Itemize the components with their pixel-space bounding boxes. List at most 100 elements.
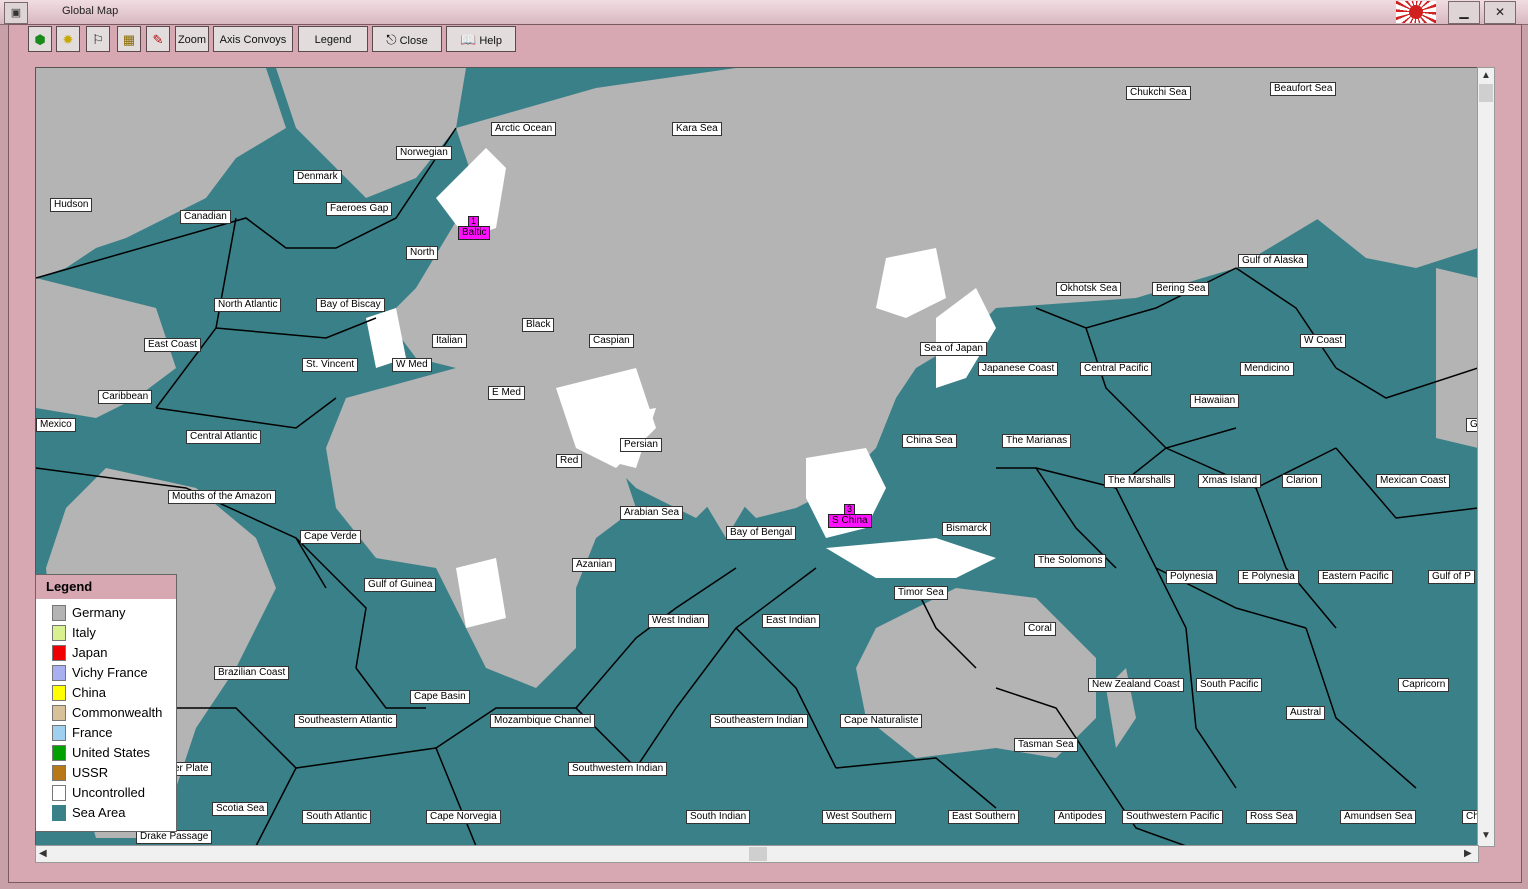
sea-label[interactable]: Ross Sea (1246, 810, 1298, 824)
sea-label[interactable]: Japanese Coast (978, 362, 1059, 376)
grid-icon-button[interactable]: ▦ (117, 26, 141, 52)
sea-label[interactable]: Red (556, 454, 583, 468)
scroll-left-arrow-icon[interactable]: ◀ (39, 848, 47, 859)
sea-label[interactable]: Antipodes (1054, 810, 1107, 824)
legend-button[interactable]: Legend (298, 26, 368, 52)
hex-icon-button[interactable]: ⬢ (28, 26, 52, 52)
sea-label[interactable]: Caribbean (98, 390, 153, 404)
sea-label[interactable]: W Med (392, 358, 432, 372)
fleet-marker-baltic[interactable]: Baltic (458, 226, 491, 240)
sea-label[interactable]: North (406, 246, 439, 260)
sea-label[interactable]: Chukchi Sea (1126, 86, 1191, 100)
sea-label[interactable]: Brazilian Coast (214, 666, 290, 680)
sea-label[interactable]: Canadian (180, 210, 231, 224)
sea-label[interactable]: South Atlantic (302, 810, 372, 824)
sea-label[interactable]: West Southern (822, 810, 896, 824)
sea-label[interactable]: Black (522, 318, 555, 332)
horizontal-scroll-thumb[interactable] (749, 847, 767, 861)
sea-label[interactable]: Mexican Coast (1376, 474, 1451, 488)
sea-label[interactable]: Scotia Sea (212, 802, 269, 816)
sea-label[interactable]: St. Vincent (302, 358, 359, 372)
sea-label[interactable]: Xmas Island (1198, 474, 1262, 488)
world-map[interactable]: Arctic Ocean Kara Sea Chukchi Sea Beaufo… (35, 67, 1479, 847)
sea-label[interactable]: Austral (1286, 706, 1326, 720)
sea-label[interactable]: Cape Naturaliste (840, 714, 923, 728)
sea-label[interactable]: Mexico (36, 418, 76, 432)
sea-label[interactable]: E Med (488, 386, 525, 400)
sea-label[interactable]: Timor Sea (894, 586, 948, 600)
sea-label[interactable]: Hudson (50, 198, 93, 212)
sea-label[interactable]: Arabian Sea (620, 506, 684, 520)
help-button[interactable]: 📖 Help (446, 26, 516, 52)
sea-label[interactable]: Gulf of Guinea (364, 578, 437, 592)
sea-label[interactable]: Southwestern Pacific (1122, 810, 1224, 824)
sea-label[interactable]: The Marshalls (1104, 474, 1175, 488)
vertical-scroll-thumb[interactable] (1479, 84, 1493, 102)
axis-convoys-button[interactable]: Axis Convoys (213, 26, 293, 52)
sea-label[interactable]: Amundsen Sea (1340, 810, 1417, 824)
sea-label[interactable]: Bering Sea (1152, 282, 1210, 296)
sea-label[interactable]: Beaufort Sea (1270, 82, 1337, 96)
sea-label[interactable]: Sea of Japan (920, 342, 987, 356)
sea-label[interactable]: North Atlantic (214, 298, 282, 312)
sea-label[interactable]: Tasman Sea (1014, 738, 1078, 752)
sea-label[interactable]: Mouths of the Amazon (168, 490, 276, 504)
close-window-button[interactable]: ✕ (1484, 1, 1516, 24)
pen-icon-button[interactable]: ✎ (146, 26, 170, 52)
sea-label[interactable]: The Marianas (1002, 434, 1072, 448)
sea-label[interactable]: Mozambique Channel (490, 714, 596, 728)
sea-label[interactable]: New Zealand Coast (1088, 678, 1184, 692)
sea-label[interactable]: Polynesia (1166, 570, 1218, 584)
sea-label[interactable]: Mendicino (1240, 362, 1294, 376)
sea-label[interactable]: West Indian (648, 614, 709, 628)
sea-label[interactable]: China Sea (902, 434, 957, 448)
sea-label[interactable]: W Coast (1300, 334, 1347, 348)
sea-label[interactable]: Gulf of Alaska (1238, 254, 1308, 268)
sea-label[interactable]: Kara Sea (672, 122, 722, 136)
sea-label[interactable]: Cape Verde (300, 530, 361, 544)
vertical-scrollbar[interactable]: ▲ ▼ (1477, 67, 1495, 847)
sea-label[interactable]: East Coast (144, 338, 201, 352)
sea-label[interactable]: Central Atlantic (186, 430, 262, 444)
sea-label[interactable]: Bismarck (942, 522, 992, 536)
sea-label[interactable]: Eastern Pacific (1318, 570, 1393, 584)
sea-label[interactable]: Capricorn (1398, 678, 1450, 692)
sea-label[interactable]: Southeastern Indian (710, 714, 808, 728)
sea-label[interactable]: Italian (432, 334, 467, 348)
sea-label[interactable]: E Polynesia (1238, 570, 1299, 584)
sea-label[interactable]: Azanian (572, 558, 617, 572)
sea-label[interactable]: Bay of Biscay (316, 298, 385, 312)
sea-label[interactable]: Cape Basin (410, 690, 470, 704)
zoom-button[interactable]: Zoom (175, 26, 209, 52)
sea-label[interactable]: Gulf of P (1428, 570, 1475, 584)
scroll-right-arrow-icon[interactable]: ▶ (1464, 848, 1472, 859)
sea-label[interactable]: East Indian (762, 614, 821, 628)
minimize-button[interactable]: ▁ (1448, 1, 1480, 24)
sea-label[interactable]: East Southern (948, 810, 1020, 824)
sea-label[interactable]: Norwegian (396, 146, 452, 160)
fleet-marker-s-china[interactable]: S China (828, 514, 872, 528)
scroll-down-arrow-icon[interactable]: ▼ (1481, 830, 1491, 841)
sea-label[interactable]: Southwestern Indian (568, 762, 668, 776)
close-button[interactable]: ⎋ Close (372, 26, 442, 52)
sea-label[interactable]: Faeroes Gap (326, 202, 393, 216)
sea-label[interactable]: Hawaiian (1190, 394, 1240, 408)
sea-label[interactable]: Cape Norvegia (426, 810, 501, 824)
flag-icon-button[interactable]: ⚐ (86, 26, 110, 52)
sea-label[interactable]: South Pacific (1196, 678, 1263, 692)
sea-label[interactable]: Coral (1024, 622, 1056, 636)
sea-label[interactable]: Southeastern Atlantic (294, 714, 397, 728)
sun-icon-button[interactable]: ✹ (56, 26, 80, 52)
scroll-up-arrow-icon[interactable]: ▲ (1481, 70, 1491, 81)
system-menu-icon[interactable]: ▣ (4, 2, 28, 24)
sea-label[interactable]: South Indian (686, 810, 751, 824)
sea-label[interactable]: Caspian (589, 334, 634, 348)
horizontal-scrollbar[interactable]: ◀ ▶ (35, 845, 1479, 863)
sea-label[interactable]: Clarion (1282, 474, 1322, 488)
sea-label[interactable]: Drake Passage (136, 830, 213, 844)
sea-label[interactable]: Okhotsk Sea (1056, 282, 1122, 296)
sea-label[interactable]: Bay of Bengal (726, 526, 797, 540)
sea-label[interactable]: Central Pacific (1080, 362, 1153, 376)
sea-label[interactable]: Persian (620, 438, 662, 452)
sea-label[interactable]: Arctic Ocean (491, 122, 557, 136)
